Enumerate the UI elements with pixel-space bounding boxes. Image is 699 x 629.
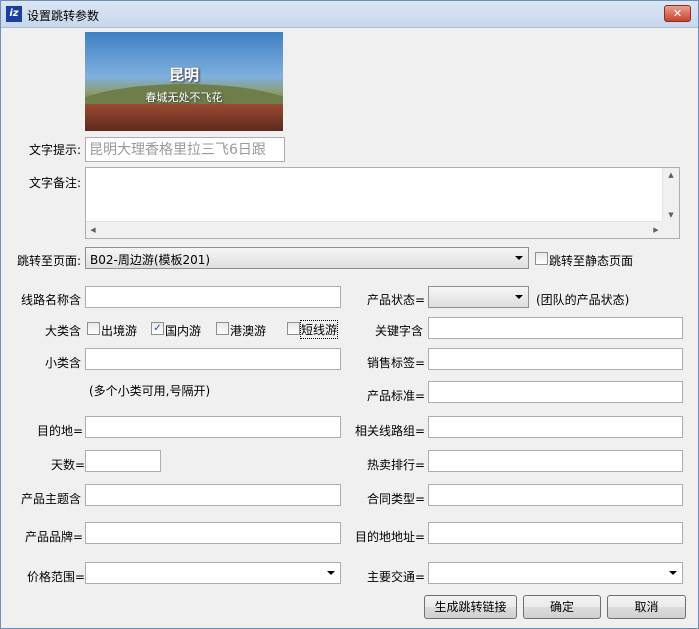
hot-rank-label: 热卖排行= — [366, 458, 425, 472]
dialog-window: iz 设置跳转参数 ✕ 昆明 春城无处不飞花 文字提示: 昆明大理香格里拉三飞6… — [0, 0, 699, 629]
main-transport-select[interactable] — [428, 562, 683, 584]
cancel-button[interactable]: 取消 — [607, 595, 686, 619]
product-theme-label: 产品主题含 — [20, 492, 81, 506]
chevron-down-icon — [515, 295, 523, 299]
product-status-select[interactable] — [428, 286, 529, 308]
checkbox-domestic[interactable]: ✓ — [151, 322, 164, 335]
scroll-left-icon[interactable]: ◀ — [86, 222, 100, 238]
checkbox-shortline[interactable] — [287, 322, 300, 335]
related-group-label: 相关线路组= — [354, 424, 425, 438]
window-title: 设置跳转参数 — [27, 9, 100, 23]
app-icon: iz — [6, 6, 22, 22]
price-range-label: 价格范围= — [26, 570, 85, 584]
dest-address-input[interactable] — [428, 522, 683, 544]
product-theme-input[interactable] — [85, 484, 341, 506]
banner-subtitle: 春城无处不飞花 — [145, 91, 223, 104]
text-hint-label: 文字提示: — [28, 143, 81, 157]
days-label: 天数= — [50, 458, 85, 472]
small-category-label: 小类含 — [44, 356, 81, 370]
banner-field — [85, 104, 283, 131]
close-icon: ✕ — [672, 7, 683, 20]
close-button[interactable]: ✕ — [664, 5, 691, 22]
horizontal-scrollbar[interactable]: ◀ ▶ — [86, 221, 663, 238]
text-hint-input[interactable]: 昆明大理香格里拉三飞6日跟 — [85, 137, 285, 162]
title-bar[interactable]: iz 设置跳转参数 ✕ — [1, 1, 698, 28]
days-input[interactable] — [85, 450, 161, 472]
chevron-down-icon — [515, 256, 523, 260]
keyword-input[interactable] — [428, 317, 683, 339]
banner-title: 昆明 — [168, 66, 199, 84]
checkbox-outbound[interactable] — [87, 322, 100, 335]
banner-image: 昆明 春城无处不飞花 — [85, 32, 283, 131]
product-standard-label: 产品标准= — [366, 389, 425, 403]
small-category-hint: (多个小类可用,号隔开) — [89, 384, 211, 398]
contract-type-label: 合同类型= — [366, 492, 425, 506]
vertical-scrollbar[interactable]: ▲ ▼ — [662, 168, 679, 222]
product-status-hint: (团队的产品状态) — [536, 293, 630, 307]
sales-tag-input[interactable] — [428, 348, 683, 370]
scroll-right-icon[interactable]: ▶ — [649, 222, 663, 238]
checkbox-domestic-label: 国内游 — [165, 324, 202, 338]
jump-page-selected: B02-周边游(模板201) — [90, 253, 211, 267]
jump-page-label: 跳转至页面: — [16, 254, 81, 268]
hot-rank-input[interactable] — [428, 450, 683, 472]
destination-input[interactable] — [85, 416, 341, 438]
product-status-label: 产品状态= — [366, 293, 425, 307]
scroll-down-icon[interactable]: ▼ — [663, 208, 679, 222]
big-category-label: 大类含 — [44, 324, 81, 338]
dest-address-label: 目的地地址= — [354, 530, 425, 544]
text-note-label: 文字备注: — [28, 176, 81, 190]
checkbox-hkmacau[interactable] — [216, 322, 229, 335]
small-category-input[interactable] — [85, 348, 341, 370]
route-name-label: 线路名称含 — [20, 293, 81, 307]
chevron-down-icon — [327, 571, 335, 575]
checkbox-outbound-label: 出境游 — [101, 324, 138, 338]
jump-page-select[interactable]: B02-周边游(模板201) — [85, 247, 529, 269]
route-name-input[interactable] — [85, 286, 341, 308]
generate-link-button[interactable]: 生成跳转链接 — [424, 595, 517, 619]
static-page-checkbox[interactable] — [535, 252, 548, 265]
product-standard-input[interactable] — [428, 381, 683, 403]
main-transport-label: 主要交通= — [366, 570, 425, 584]
contract-type-input[interactable] — [428, 484, 683, 506]
text-note-textarea[interactable]: ▲ ▼ ◀ ▶ — [85, 167, 680, 239]
chevron-down-icon — [669, 571, 677, 575]
related-group-input[interactable] — [428, 416, 683, 438]
sales-tag-label: 销售标签= — [366, 356, 425, 370]
destination-label: 目的地= — [36, 424, 83, 438]
product-brand-label: 产品品牌= — [24, 530, 83, 544]
scroll-corner — [662, 221, 679, 238]
product-brand-input[interactable] — [85, 522, 341, 544]
static-page-label: 跳转至静态页面 — [549, 254, 634, 268]
checkbox-shortline-label: 短线游 — [299, 320, 339, 339]
price-range-select[interactable] — [85, 562, 341, 584]
scroll-up-icon[interactable]: ▲ — [663, 168, 679, 182]
keyword-label: 关键字含 — [374, 324, 423, 338]
ok-button[interactable]: 确定 — [523, 595, 601, 619]
checkbox-hkmacau-label: 港澳游 — [230, 324, 267, 338]
